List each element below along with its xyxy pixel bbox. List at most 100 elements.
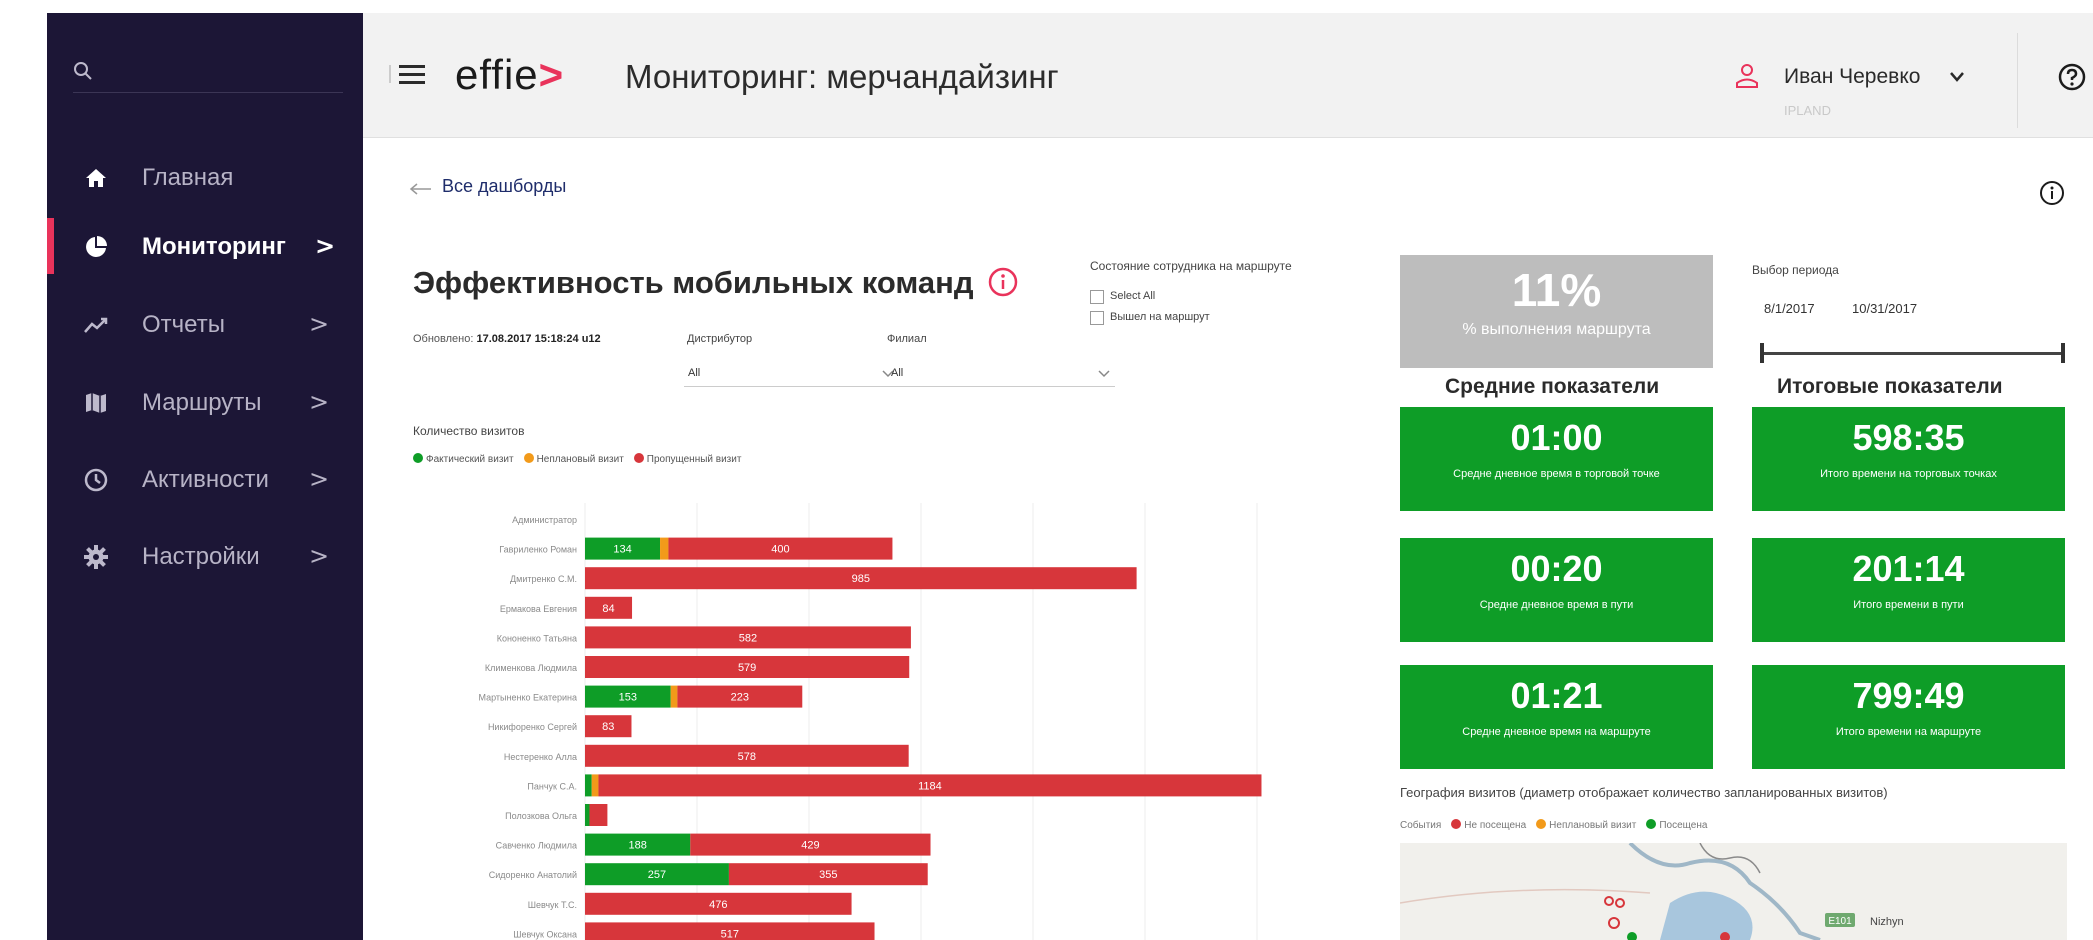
bar-value-label: 188 [628, 840, 646, 852]
bar-value-label: 582 [739, 632, 757, 644]
bar-segment[interactable] [585, 804, 590, 826]
map-marker[interactable] [1608, 917, 1620, 929]
legend-item[interactable]: Фактический визит [413, 453, 514, 465]
info-icon[interactable] [987, 266, 1019, 298]
category-label: Полозкова Ольга [505, 811, 577, 821]
geo-legend-label: События [1400, 819, 1442, 831]
bar-value-label: 476 [709, 899, 727, 911]
dashboard-title: Эффективность мобильных команд [413, 265, 974, 300]
kpi-label: Средне дневное время на маршруте [1462, 726, 1651, 738]
category-label: Сидоренко Анатолий [489, 870, 577, 880]
bar-value-label: 83 [602, 721, 614, 733]
visits-bar-chart: Администратор Гавриленко Роман 134 400 Дмитр… [479, 503, 1262, 940]
sidebar-item-reports[interactable]: Отчеты > [47, 296, 363, 352]
on-route-label: Вышел на маршрут [1110, 311, 1210, 323]
page-title: Мониторинг: мерчандайзинг [625, 58, 1059, 95]
sidebar-item-label: Настройки [142, 543, 260, 570]
branch-value: All [891, 367, 904, 379]
category-label: Савченко Людмила [496, 841, 577, 851]
kpi-card: 598:35 Итого времени на торговых точках [1752, 407, 2065, 511]
bar-segment[interactable] [591, 774, 599, 797]
category-label: Ермакова Евгения [500, 604, 577, 614]
sidebar-item-monitoring[interactable]: Мониторинг > [47, 218, 363, 274]
kpi-value: 01:00 [1510, 417, 1603, 458]
employee-state-label: Состояние сотрудника на маршруте [1090, 259, 1292, 273]
info-icon[interactable] [2039, 180, 2065, 206]
bar-segment[interactable] [670, 685, 678, 708]
road-label: E101 [1828, 916, 1852, 927]
bar-value-label: 84 [602, 603, 614, 615]
bar-value-label: 400 [771, 544, 789, 556]
app-logo: effie> [455, 51, 564, 99]
category-label: Кононенко Татьяна [497, 633, 577, 643]
resize-grip[interactable] [389, 65, 391, 83]
category-label: Никифоренко Сергей [488, 722, 577, 732]
category-label: Шевчук Т.С. [528, 900, 577, 910]
map-marker[interactable] [1627, 932, 1637, 940]
period-slider[interactable] [1760, 343, 2065, 363]
period-to[interactable]: 10/31/2017 [1852, 301, 1917, 316]
pie-chart-icon [86, 236, 107, 257]
map-marker[interactable] [1615, 898, 1625, 908]
updated-timestamp: Обновлено: 17.08.2017 15:18:24 u12 [413, 333, 601, 345]
distributor-select[interactable]: All [684, 359, 899, 387]
kpi-label: Средне дневное время в пути [1479, 599, 1634, 611]
select-all-checkbox[interactable] [1090, 290, 1104, 304]
chevron-down-icon[interactable] [1949, 71, 1965, 83]
city-label: Nizhyn [1870, 916, 1904, 928]
category-label: Клименкова Людмила [485, 663, 577, 673]
branch-select[interactable]: All [887, 359, 1115, 387]
on-route-checkbox[interactable] [1090, 311, 1104, 325]
map-marker[interactable] [1604, 896, 1614, 906]
map-canvas[interactable]: E101 Nizhyn [1400, 843, 2067, 940]
slider-handle-start[interactable] [1760, 343, 1764, 363]
legend-item[interactable]: Не посещена [1451, 819, 1526, 831]
sidebar-search[interactable] [73, 49, 343, 93]
period-from[interactable]: 8/1/2017 [1764, 301, 1815, 316]
kpi-card: 00:20 Средне дневное время в пути [1400, 538, 1713, 642]
chevron-right-icon: > [309, 465, 330, 493]
bar-segment[interactable] [589, 804, 608, 826]
sidebar-item-home[interactable]: Главная [47, 149, 363, 205]
kpi-label: Средне дневное время в торговой точке [1453, 468, 1660, 480]
legend-item[interactable]: Неплановый визит [1536, 819, 1636, 831]
sidebar-item-routes[interactable]: Маршруты > [47, 374, 363, 430]
gear-icon [84, 545, 108, 569]
legend-item[interactable]: Неплановый визит [523, 453, 624, 465]
total-header: Итоговые показатели [1777, 375, 2003, 398]
distributor-label: Дистрибутор [687, 333, 753, 345]
slider-handle-end[interactable] [2061, 343, 2065, 363]
trend-icon [84, 317, 108, 333]
user-name[interactable]: Иван Черевко [1784, 65, 1920, 89]
divider [2017, 33, 2018, 128]
user-icon[interactable] [1735, 63, 1759, 89]
kpi-value: 00:20 [1510, 548, 1603, 589]
bar-value-label: 134 [613, 544, 631, 556]
arrow-left-icon[interactable] [409, 183, 431, 195]
app-frame: Главная Мониторинг > Отчеты > Маршруты >… [47, 13, 2093, 940]
bar-segment[interactable] [660, 537, 669, 560]
legend-item[interactable]: Посещена [1646, 819, 1707, 831]
bar-value-label: 985 [852, 573, 870, 585]
bar-value-label: 578 [738, 751, 756, 763]
top-bar: effie> Мониторинг: мерчандайзинг Иван Че… [363, 13, 2093, 138]
updated-value: 17.08.2017 15:18:24 u12 [476, 333, 601, 345]
legend-dot [1536, 819, 1547, 829]
help-icon[interactable] [2058, 63, 2086, 91]
kpi-value: 799:49 [1852, 675, 1965, 716]
search-icon[interactable] [73, 61, 93, 81]
menu-toggle-icon[interactable] [399, 65, 425, 85]
category-label: Мартыненко Екатерина [479, 693, 577, 703]
geo-title: География визитов (диаметр отображает ко… [1400, 785, 1888, 800]
chevron-right-icon: > [309, 388, 330, 416]
sidebar-item-settings[interactable]: Настройки > [47, 528, 363, 584]
legend-item[interactable]: Пропущенный визит [633, 453, 741, 465]
sidebar-item-activities[interactable]: Активности > [47, 451, 363, 507]
chevron-right-icon: > [309, 310, 330, 338]
user-org: IPLAND [1784, 103, 1831, 118]
back-to-dashboards-link[interactable]: Все дашборды [442, 176, 566, 197]
visits-map[interactable]: E101 Nizhyn [1400, 843, 2067, 940]
sidebar-item-label: Активности [142, 466, 269, 493]
bar-segment[interactable] [585, 774, 592, 797]
category-label: Панчук С.А. [527, 781, 577, 791]
